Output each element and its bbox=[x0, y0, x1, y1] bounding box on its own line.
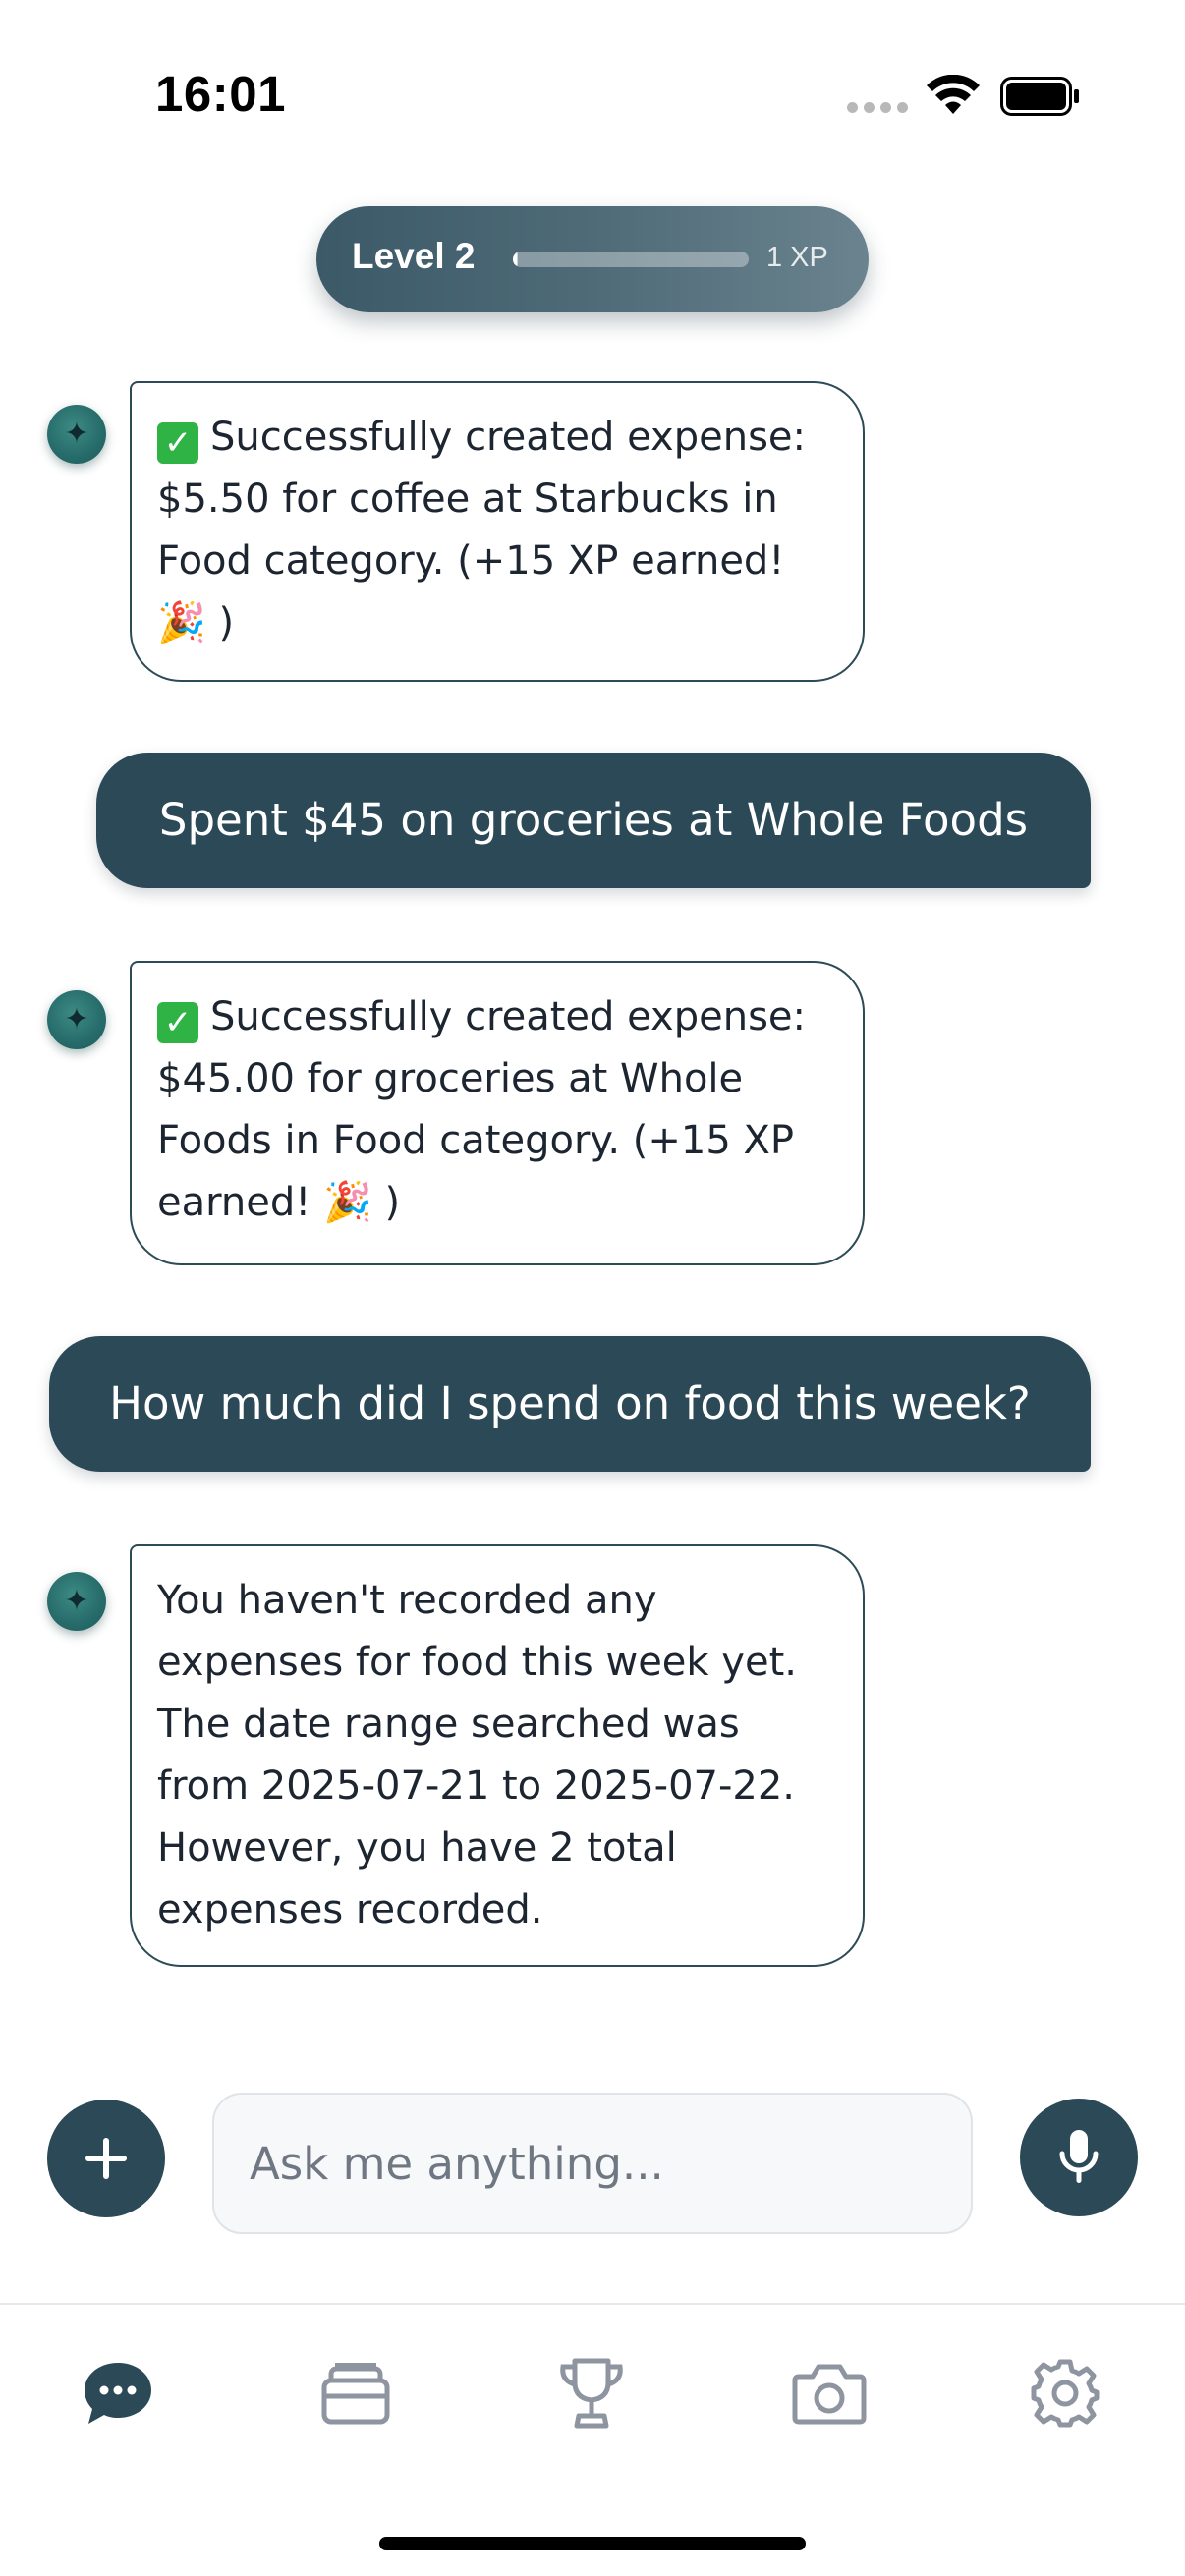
status-time: 16:01 bbox=[155, 66, 286, 122]
tab-wallet[interactable] bbox=[314, 2352, 397, 2435]
assistant-message-text: You haven't recorded any expenses for fo… bbox=[157, 1578, 797, 1932]
plus-icon bbox=[85, 2138, 127, 2179]
chat-screen: 16:01 Level 2 1 XP ✦ ✓ Successfully creat… bbox=[0, 0, 1185, 2576]
tab-achievements[interactable] bbox=[550, 2352, 633, 2435]
cellular-signal-icon bbox=[847, 102, 908, 113]
assistant-message: ✓ Successfully created expense: $45.00 fo… bbox=[130, 961, 865, 1265]
home-indicator bbox=[379, 2537, 806, 2550]
assistant-message: You haven't recorded any expenses for fo… bbox=[130, 1544, 865, 1967]
chat-icon bbox=[85, 2363, 151, 2424]
xp-progress-bar bbox=[513, 252, 749, 267]
battery-icon bbox=[1000, 77, 1079, 116]
check-icon: ✓ bbox=[157, 1002, 198, 1043]
add-button[interactable] bbox=[47, 2100, 165, 2217]
xp-count: 1 XP bbox=[766, 242, 828, 273]
assistant-message-text: Successfully created expense: $45.00 for… bbox=[157, 994, 806, 1225]
assistant-avatar-icon: ✦ bbox=[47, 990, 106, 1049]
gear-icon bbox=[1031, 2359, 1100, 2428]
status-bar: 16:01 bbox=[0, 0, 1185, 187]
assistant-message-text: Successfully created expense: $5.50 for … bbox=[157, 415, 806, 645]
user-message: Spent $45 on groceries at Whole Foods bbox=[96, 753, 1091, 888]
level-label: Level 2 bbox=[352, 236, 476, 276]
camera-icon bbox=[792, 2364, 867, 2425]
level-progress-pill: Level 2 1 XP bbox=[316, 206, 869, 312]
assistant-message: ✓ Successfully created expense: $5.50 for… bbox=[130, 381, 865, 682]
trophy-icon bbox=[560, 2358, 623, 2429]
tab-chat[interactable] bbox=[77, 2352, 159, 2435]
message-input[interactable] bbox=[250, 2137, 971, 2190]
wallet-icon bbox=[321, 2363, 390, 2425]
xp-progress-cap bbox=[513, 252, 517, 267]
assistant-avatar-icon: ✦ bbox=[47, 405, 106, 464]
voice-input-button[interactable] bbox=[1020, 2099, 1138, 2216]
message-input-container[interactable] bbox=[212, 2093, 973, 2234]
tab-bar bbox=[0, 2303, 1185, 2576]
wifi-icon bbox=[927, 75, 980, 114]
tab-scan[interactable] bbox=[788, 2352, 871, 2435]
microphone-icon bbox=[1059, 2130, 1099, 2183]
tab-settings[interactable] bbox=[1024, 2352, 1106, 2435]
assistant-avatar-icon: ✦ bbox=[47, 1572, 106, 1631]
check-icon: ✓ bbox=[157, 422, 198, 464]
user-message: How much did I spend on food this week? bbox=[49, 1336, 1091, 1472]
